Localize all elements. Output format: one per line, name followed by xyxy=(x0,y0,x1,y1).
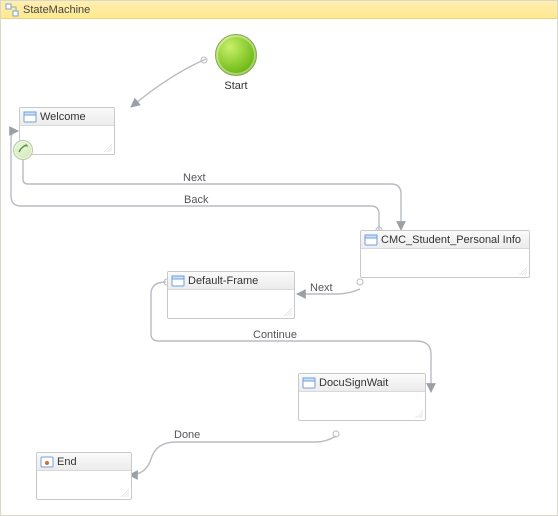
start-label: Start xyxy=(206,80,266,92)
state-end[interactable]: End xyxy=(36,452,132,500)
state-label: Default-Frame xyxy=(188,275,258,287)
resize-grip-icon[interactable] xyxy=(519,267,527,275)
edge-label-next[interactable]: Next xyxy=(183,172,206,184)
titlebar: StateMachine xyxy=(1,1,557,19)
state-label: DocuSignWait xyxy=(319,377,388,389)
edge-label-continue[interactable]: Continue xyxy=(253,329,297,341)
final-state-icon xyxy=(40,455,54,469)
state-docusign-wait[interactable]: DocuSignWait xyxy=(298,373,426,421)
resize-grip-icon[interactable] xyxy=(415,410,423,418)
state-label: Welcome xyxy=(40,111,86,123)
state-icon xyxy=(302,376,316,390)
state-icon xyxy=(23,110,37,124)
title-text: StateMachine xyxy=(23,4,90,16)
state-label: End xyxy=(57,456,77,468)
design-canvas[interactable]: Start Welcome CMC_Student_Personal Info xyxy=(1,19,557,516)
edge-label-next2[interactable]: Next xyxy=(310,282,333,294)
bookmark-icon[interactable] xyxy=(13,140,33,160)
edge-label-back[interactable]: Back xyxy=(184,194,208,206)
state-label: CMC_Student_Personal Info xyxy=(381,234,521,246)
resize-grip-icon[interactable] xyxy=(284,308,292,316)
resize-grip-icon[interactable] xyxy=(104,144,112,152)
state-icon xyxy=(364,233,378,247)
resize-grip-icon[interactable] xyxy=(121,489,129,497)
start-node[interactable]: Start xyxy=(206,34,266,92)
edge-label-done[interactable]: Done xyxy=(174,429,200,441)
state-machine-designer: StateMachine xyxy=(0,0,558,516)
state-machine-icon xyxy=(5,3,19,17)
state-cmc-student-personal-info[interactable]: CMC_Student_Personal Info xyxy=(360,230,530,278)
state-default-frame[interactable]: Default-Frame xyxy=(167,271,295,319)
start-icon xyxy=(215,34,257,76)
state-welcome[interactable]: Welcome xyxy=(19,107,115,155)
state-icon xyxy=(171,274,185,288)
